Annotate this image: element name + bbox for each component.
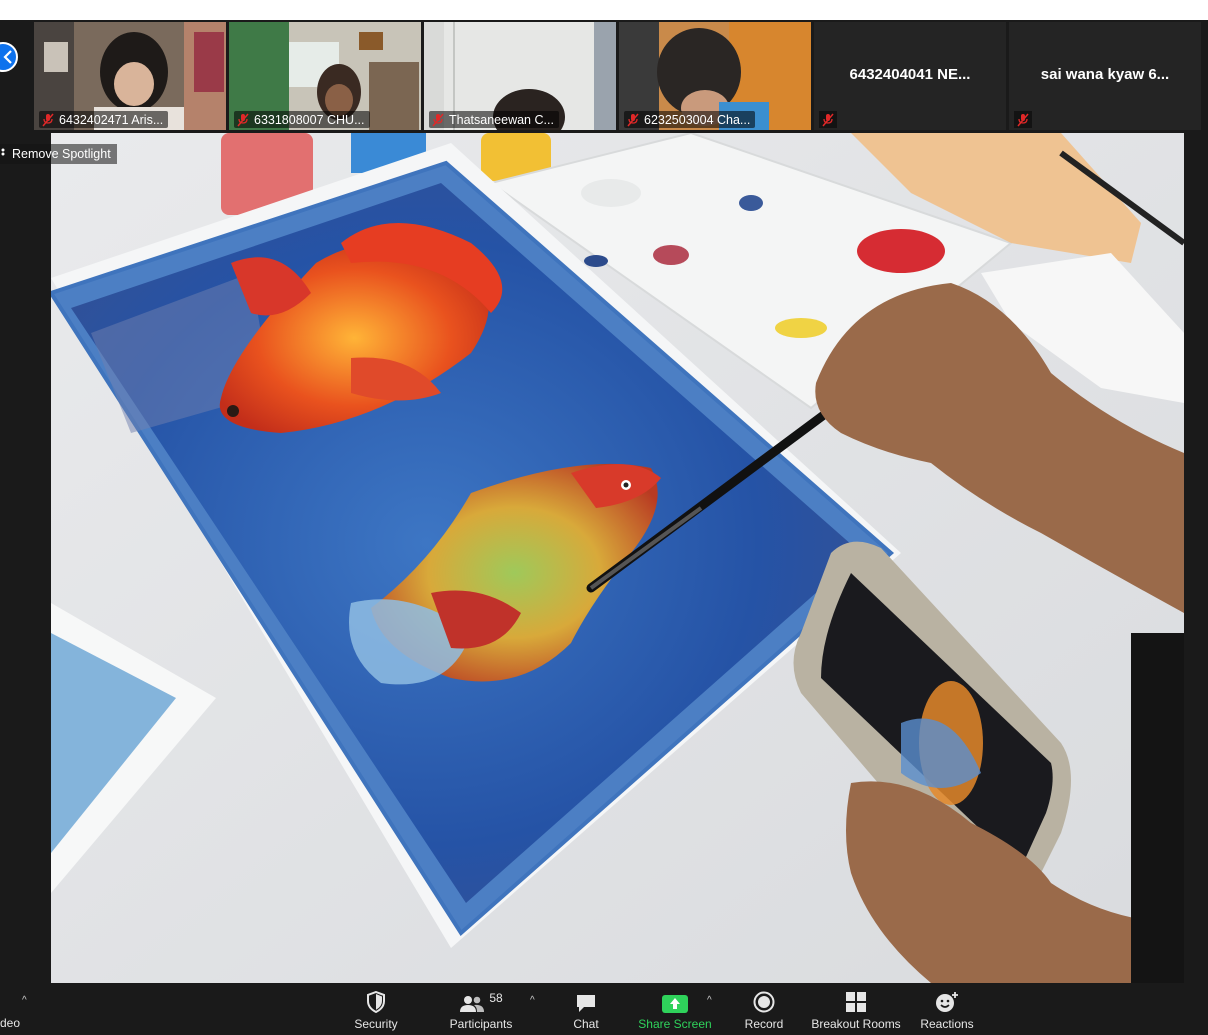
reactions-button[interactable]: Reactions: [918, 983, 976, 1035]
participant-name-tag: 6232503004 Cha...: [624, 111, 756, 128]
mic-muted-icon: [627, 113, 639, 126]
participant-tile[interactable]: sai wana kyaw 6...: [1009, 22, 1201, 130]
chat-icon: [577, 995, 595, 1012]
participant-tile[interactable]: Thatsaneewan C...: [424, 22, 616, 130]
mic-muted-icon: [42, 113, 54, 126]
window-top-strip: [0, 0, 1208, 20]
breakout-rooms-button[interactable]: Breakout Rooms: [810, 983, 902, 1035]
participant-name-tag: Thatsaneewan C...: [429, 111, 559, 128]
participant-tile[interactable]: 6432404041 NE...: [814, 22, 1006, 130]
participant-tile[interactable]: 6331808007 CHU...: [229, 22, 421, 130]
security-button[interactable]: Security: [352, 983, 400, 1035]
meeting-toolbar: ^ Security 58 Participants ^ Chat Share …: [0, 983, 1208, 1035]
spotlight-video: [51, 133, 1184, 983]
record-button[interactable]: Record: [742, 983, 786, 1035]
left-rail: [0, 133, 51, 983]
mic-muted-icon: [432, 113, 444, 126]
chevron-left-icon: [3, 50, 12, 64]
share-screen-icon: [662, 995, 688, 1013]
reactions-icon: [936, 992, 958, 1012]
remove-spotlight-label: Remove Spotlight: [12, 147, 111, 161]
video-button-label[interactable]: deo: [0, 1016, 20, 1030]
record-icon: [753, 991, 775, 1013]
people-icon: [460, 996, 485, 1012]
participants-options-caret[interactable]: ^: [530, 995, 535, 1006]
mic-muted-icon: [822, 113, 834, 126]
dots-icon: [1, 148, 5, 156]
participant-name-tag: 6331808007 CHU...: [234, 111, 370, 128]
video-options-caret[interactable]: ^: [22, 995, 27, 1006]
mic-muted-icon: [237, 113, 249, 126]
participant-tile[interactable]: 6232503004 Cha...: [619, 22, 811, 130]
participant-mic-status: [1014, 111, 1032, 128]
participant-name-tag: 6432402471 Aris...: [39, 111, 169, 128]
chat-button[interactable]: Chat: [566, 983, 606, 1035]
mic-muted-icon: [1017, 113, 1029, 126]
spotlight-video-frame: [51, 133, 1184, 983]
participants-button[interactable]: 58 Participants: [448, 983, 514, 1035]
participants-count: 58: [489, 991, 503, 1005]
share-options-caret[interactable]: ^: [707, 995, 712, 1006]
participant-mic-status: [819, 111, 837, 128]
remove-spotlight-button[interactable]: Remove Spotlight: [0, 144, 117, 164]
participant-name: sai wana kyaw 6...: [1040, 66, 1170, 83]
share-screen-button[interactable]: Share Screen: [636, 983, 714, 1035]
participant-tile[interactable]: 6432402471 Aris...: [34, 22, 226, 130]
participant-name: 6432404041 NE...: [849, 66, 971, 83]
breakout-rooms-icon: [846, 992, 866, 1012]
right-rail: [1184, 133, 1208, 983]
shield-icon: [367, 991, 385, 1013]
